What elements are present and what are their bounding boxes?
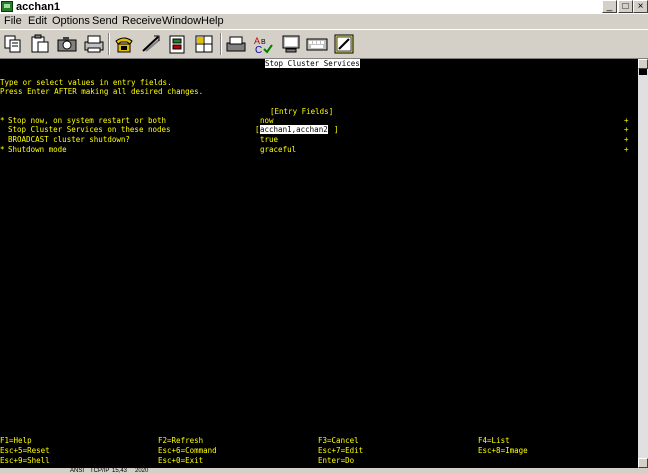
toolbar-separator	[108, 33, 110, 55]
transfer-icon[interactable]	[140, 33, 162, 55]
paste-icon[interactable]	[29, 33, 51, 55]
window-title: acchan1	[16, 1, 61, 13]
title-bar: acchan1 _ □ ×	[0, 0, 648, 14]
list-indicator: +	[624, 116, 629, 125]
scrollbar-thumb[interactable]	[639, 69, 647, 75]
status-code: 2020	[135, 468, 149, 474]
fkey-refresh[interactable]: F2=Refresh	[158, 436, 203, 445]
field-label: Stop Cluster Services on these nodes	[8, 125, 171, 134]
monitor-icon[interactable]	[280, 33, 302, 55]
field-marker: *	[0, 116, 5, 125]
menu-bar: File Edit Options Send Receive Window He…	[0, 14, 648, 29]
svg-text:C: C	[255, 45, 262, 55]
shutdown-mode-field[interactable]: graceful	[260, 145, 296, 154]
keyboard-icon[interactable]	[306, 33, 328, 55]
maximize-button[interactable]: □	[618, 0, 633, 13]
print-screen-icon[interactable]	[225, 33, 247, 55]
fkey-shell[interactable]: Esc+9=Shell	[0, 456, 50, 465]
fkey-command[interactable]: Esc+6=Command	[158, 446, 217, 455]
terminal-app-icon[interactable]	[1, 1, 13, 12]
toolbar-separator	[220, 33, 222, 55]
field-bracket: ]	[334, 125, 339, 134]
screen-header: Stop Cluster Services	[265, 59, 360, 68]
spell-check-icon[interactable]: A BC	[252, 33, 274, 55]
broadcast-field[interactable]: true	[260, 135, 278, 144]
vertical-scrollbar[interactable]	[638, 59, 648, 468]
list-indicator: +	[624, 125, 629, 134]
entry-fields-header: [Entry Fields]	[270, 107, 334, 116]
fkey-list[interactable]: F4=List	[478, 436, 510, 445]
scroll-down-arrow-icon[interactable]	[638, 458, 648, 468]
print-icon[interactable]	[83, 33, 105, 55]
status-mode: ANSI	[70, 468, 85, 474]
field-bracket: [	[255, 125, 260, 134]
list-indicator: +	[624, 135, 629, 144]
fkey-do[interactable]: Enter=Do	[318, 456, 354, 465]
status-bar: ANSI TCP/IP 15,43 2020	[0, 468, 648, 474]
status-protocol: TCP/IP	[90, 468, 110, 474]
list-indicator: +	[624, 145, 629, 154]
phone-icon[interactable]	[113, 33, 135, 55]
field-marker: *	[0, 145, 5, 154]
field-label: BROADCAST cluster shutdown?	[8, 135, 130, 144]
menu-receive[interactable]: Receive	[122, 15, 162, 28]
nodes-field[interactable]: acchan1,acchan2	[260, 125, 328, 134]
camera-icon[interactable]	[56, 33, 78, 55]
close-button[interactable]: ×	[633, 0, 648, 13]
menu-send[interactable]: Send	[92, 15, 118, 28]
fkey-help[interactable]: F1=Help	[0, 436, 32, 445]
terminal-screen[interactable]: Stop Cluster Services Type or select val…	[0, 59, 638, 468]
stop-now-field[interactable]: now	[260, 116, 274, 125]
toolbar: ABC	[0, 29, 648, 59]
edit-image-icon[interactable]	[333, 33, 355, 55]
menu-edit[interactable]: Edit	[28, 15, 47, 28]
clipboard-icon[interactable]	[166, 33, 188, 55]
fkey-edit[interactable]: Esc+7=Edit	[318, 446, 363, 455]
field-label: Shutdown mode	[8, 145, 67, 154]
status-position: 15,43	[112, 468, 128, 474]
menu-window[interactable]: Window	[162, 15, 201, 28]
fkey-exit[interactable]: Esc+0=Exit	[158, 456, 203, 465]
menu-file[interactable]: File	[4, 15, 22, 28]
copy-icon[interactable]	[2, 33, 24, 55]
scroll-up-arrow-icon[interactable]	[638, 59, 648, 69]
fkey-cancel[interactable]: F3=Cancel	[318, 436, 359, 445]
instruction-line: Press Enter AFTER making all desired cha…	[0, 87, 204, 96]
fkey-reset[interactable]: Esc+5=Reset	[0, 446, 50, 455]
menu-options[interactable]: Options	[52, 15, 90, 28]
instruction-line: Type or select values in entry fields.	[0, 78, 172, 87]
field-label: Stop now, on system restart or both	[8, 116, 167, 125]
minimize-button[interactable]: _	[602, 0, 617, 13]
menu-help[interactable]: Help	[201, 15, 224, 28]
fkey-image[interactable]: Esc+8=Image	[478, 446, 528, 455]
grid-icon[interactable]	[193, 33, 215, 55]
